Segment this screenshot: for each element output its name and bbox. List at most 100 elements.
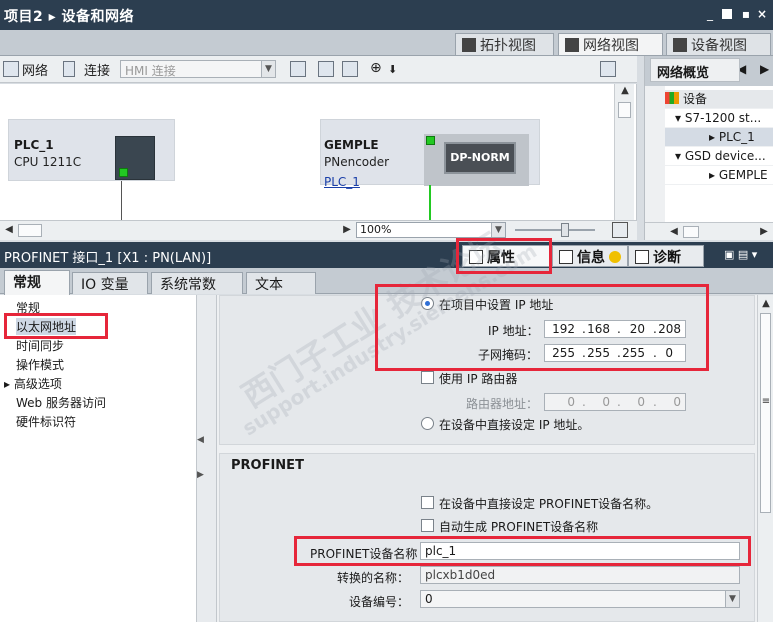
- tab-io-tags[interactable]: IO 变量: [72, 272, 148, 294]
- scroll-left-icon[interactable]: ◀: [2, 223, 16, 237]
- info-badge-icon: [609, 251, 621, 263]
- tab-general[interactable]: 常规: [4, 270, 70, 295]
- network-line: [121, 181, 122, 220]
- tab-system-constants[interactable]: 系统常数: [151, 272, 243, 294]
- zoom-slider[interactable]: [515, 229, 595, 231]
- annotation-box-properties: [456, 238, 552, 274]
- tab-info[interactable]: 信息: [552, 245, 628, 267]
- profinet-heading: PROFINET: [231, 458, 304, 473]
- converted-name-label: 转换的名称：: [337, 571, 410, 585]
- minimize-icon[interactable]: _: [704, 8, 716, 20]
- interface-title: PROFINET 接口_1 [X1 : PN(LAN)]: [4, 251, 212, 266]
- set-name-on-device-checkbox[interactable]: [421, 496, 434, 509]
- chevron-down-icon: ▾: [675, 111, 682, 125]
- chevron-right-icon[interactable]: ▶: [760, 62, 769, 76]
- list-item[interactable]: ▾ S7-1200 st...: [665, 109, 773, 128]
- tab-topology-view[interactable]: 拓扑视图: [455, 33, 554, 55]
- port-led-icon[interactable]: [119, 168, 128, 177]
- canvas-vertical-scrollbar[interactable]: ▲: [614, 84, 634, 220]
- chevron-right-icon: ▸: [4, 377, 11, 391]
- chevron-down-icon: ▼: [725, 591, 739, 607]
- nav-item-operating-mode[interactable]: 操作模式: [16, 356, 64, 373]
- set-ip-on-device-label: 在设备中直接设定 IP 地址。: [439, 418, 590, 432]
- network-toolbar: 网络 连接 HMI 连接 ▼ ⊕ ⬇: [0, 56, 637, 83]
- annotation-box-ip: [375, 284, 709, 371]
- device-number-label: 设备编号：: [349, 595, 410, 609]
- network-mode-icon[interactable]: [3, 61, 19, 77]
- device-number-select[interactable]: 0 ▼: [420, 590, 740, 608]
- network-button[interactable]: 网络: [22, 60, 48, 79]
- annotation-box-profinet-name: [294, 536, 751, 566]
- dp-norm-module: DP-NORM: [444, 142, 516, 174]
- panel-splitter[interactable]: ◀ ▶: [197, 295, 217, 622]
- device-gemple[interactable]: GEMPLE PNencoder PLC_1 DP-NORM: [320, 119, 540, 189]
- list-item[interactable]: ▾ GSD device...: [665, 147, 773, 166]
- hmi-connection-dropdown[interactable]: HMI 连接 ▼: [120, 60, 276, 78]
- scroll-right-icon[interactable]: ▶: [340, 223, 354, 237]
- connect-button[interactable]: 连接: [84, 60, 110, 79]
- collapse-left-icon[interactable]: ◀: [197, 435, 204, 445]
- chevron-right-icon: ▸: [709, 168, 716, 182]
- device-link[interactable]: PLC_1: [324, 175, 360, 189]
- list-item[interactable]: ▸ PLC_1: [665, 128, 773, 147]
- download-icon[interactable]: ⬇: [388, 63, 397, 76]
- annotation-box-ethernet: [4, 313, 108, 339]
- name-icon[interactable]: [290, 61, 306, 77]
- zoom-slider-handle[interactable]: [561, 223, 569, 237]
- window-options-icon[interactable]: ▣ ▤ ▾: [724, 248, 757, 261]
- breadcrumb-arrow-icon: ▸: [48, 9, 57, 25]
- network-canvas[interactable]: PLC_1 CPU 1211C GEMPLE PNencoder PLC_1 D…: [0, 84, 637, 220]
- device-name: GEMPLE: [324, 138, 379, 152]
- set-name-on-device-label: 在设备中直接设定 PROFINET设备名称。: [439, 497, 659, 511]
- router-address-input[interactable]: 0 0 0 0 . . .: [544, 393, 686, 411]
- table-icon[interactable]: [342, 61, 358, 77]
- diagnostics-icon: [635, 250, 649, 264]
- zoom-in-icon[interactable]: ⊕: [370, 60, 382, 76]
- device-name: PLC_1: [14, 138, 54, 152]
- nav-item-advanced-options[interactable]: ▸ 高级选项: [4, 375, 62, 392]
- page-title: 设备和网络: [61, 9, 135, 25]
- address-icon[interactable]: [318, 61, 334, 77]
- use-router-checkbox[interactable]: [421, 371, 434, 384]
- set-ip-on-device-radio[interactable]: [421, 417, 434, 430]
- overview-scrollbar[interactable]: ◀ ▶: [645, 222, 773, 240]
- tab-diagnostics[interactable]: 诊断: [628, 245, 704, 267]
- router-address-label: 路由器地址：: [466, 397, 539, 411]
- auto-name-label: 自动生成 PROFINET设备名称: [439, 520, 599, 534]
- tab-texts[interactable]: 文本: [246, 272, 316, 294]
- title-bar: 项目2 ▸ 设备和网络 _ ▪ ×: [0, 0, 773, 30]
- panel-icon[interactable]: [600, 61, 616, 77]
- topology-icon: [462, 38, 476, 52]
- device-header-icon: [665, 92, 679, 104]
- chevron-down-icon: ▼: [261, 61, 275, 77]
- overview-header: 设备: [665, 90, 773, 109]
- device-type: PNencoder: [324, 155, 390, 169]
- use-router-label: 使用 IP 路由器: [439, 372, 518, 386]
- list-item[interactable]: ▸ GEMPLE: [665, 166, 773, 185]
- connect-icon[interactable]: [63, 61, 75, 77]
- device-icon: [673, 38, 687, 52]
- device-type: CPU 1211C: [14, 155, 82, 169]
- overview-tab[interactable]: 网络概览: [650, 58, 740, 82]
- property-navigation: 常规 以太网地址 时间同步 操作模式 ▸ 高级选项 Web 服务器访问 硬件标识…: [0, 295, 197, 622]
- profinet-line: [429, 185, 431, 220]
- float-icon[interactable]: ▪: [740, 8, 752, 20]
- expand-right-icon[interactable]: ▶: [197, 470, 204, 480]
- nav-item-time-sync[interactable]: 时间同步: [16, 337, 64, 354]
- nav-item-web-server[interactable]: Web 服务器访问: [16, 394, 106, 411]
- view-tabs: 拓扑视图 网络视图 设备视图: [0, 30, 773, 56]
- project-title: 项目2: [4, 9, 44, 25]
- device-plc-1[interactable]: PLC_1 CPU 1211C: [8, 119, 175, 181]
- restore-icon[interactable]: [722, 9, 732, 19]
- fit-view-icon[interactable]: [612, 222, 628, 238]
- tab-device-view[interactable]: 设备视图: [666, 33, 771, 55]
- auto-name-checkbox[interactable]: [421, 519, 434, 532]
- nav-item-hardware-id[interactable]: 硬件标识符: [16, 413, 76, 430]
- content-vertical-scrollbar[interactable]: ▲ ≡: [757, 295, 773, 622]
- tab-network-view[interactable]: 网络视图: [558, 33, 663, 55]
- chevron-right-icon: ▸: [709, 130, 716, 144]
- close-icon[interactable]: ×: [756, 8, 768, 20]
- port-led-icon[interactable]: [426, 136, 435, 145]
- network-icon: [565, 38, 579, 52]
- info-icon: [559, 250, 573, 264]
